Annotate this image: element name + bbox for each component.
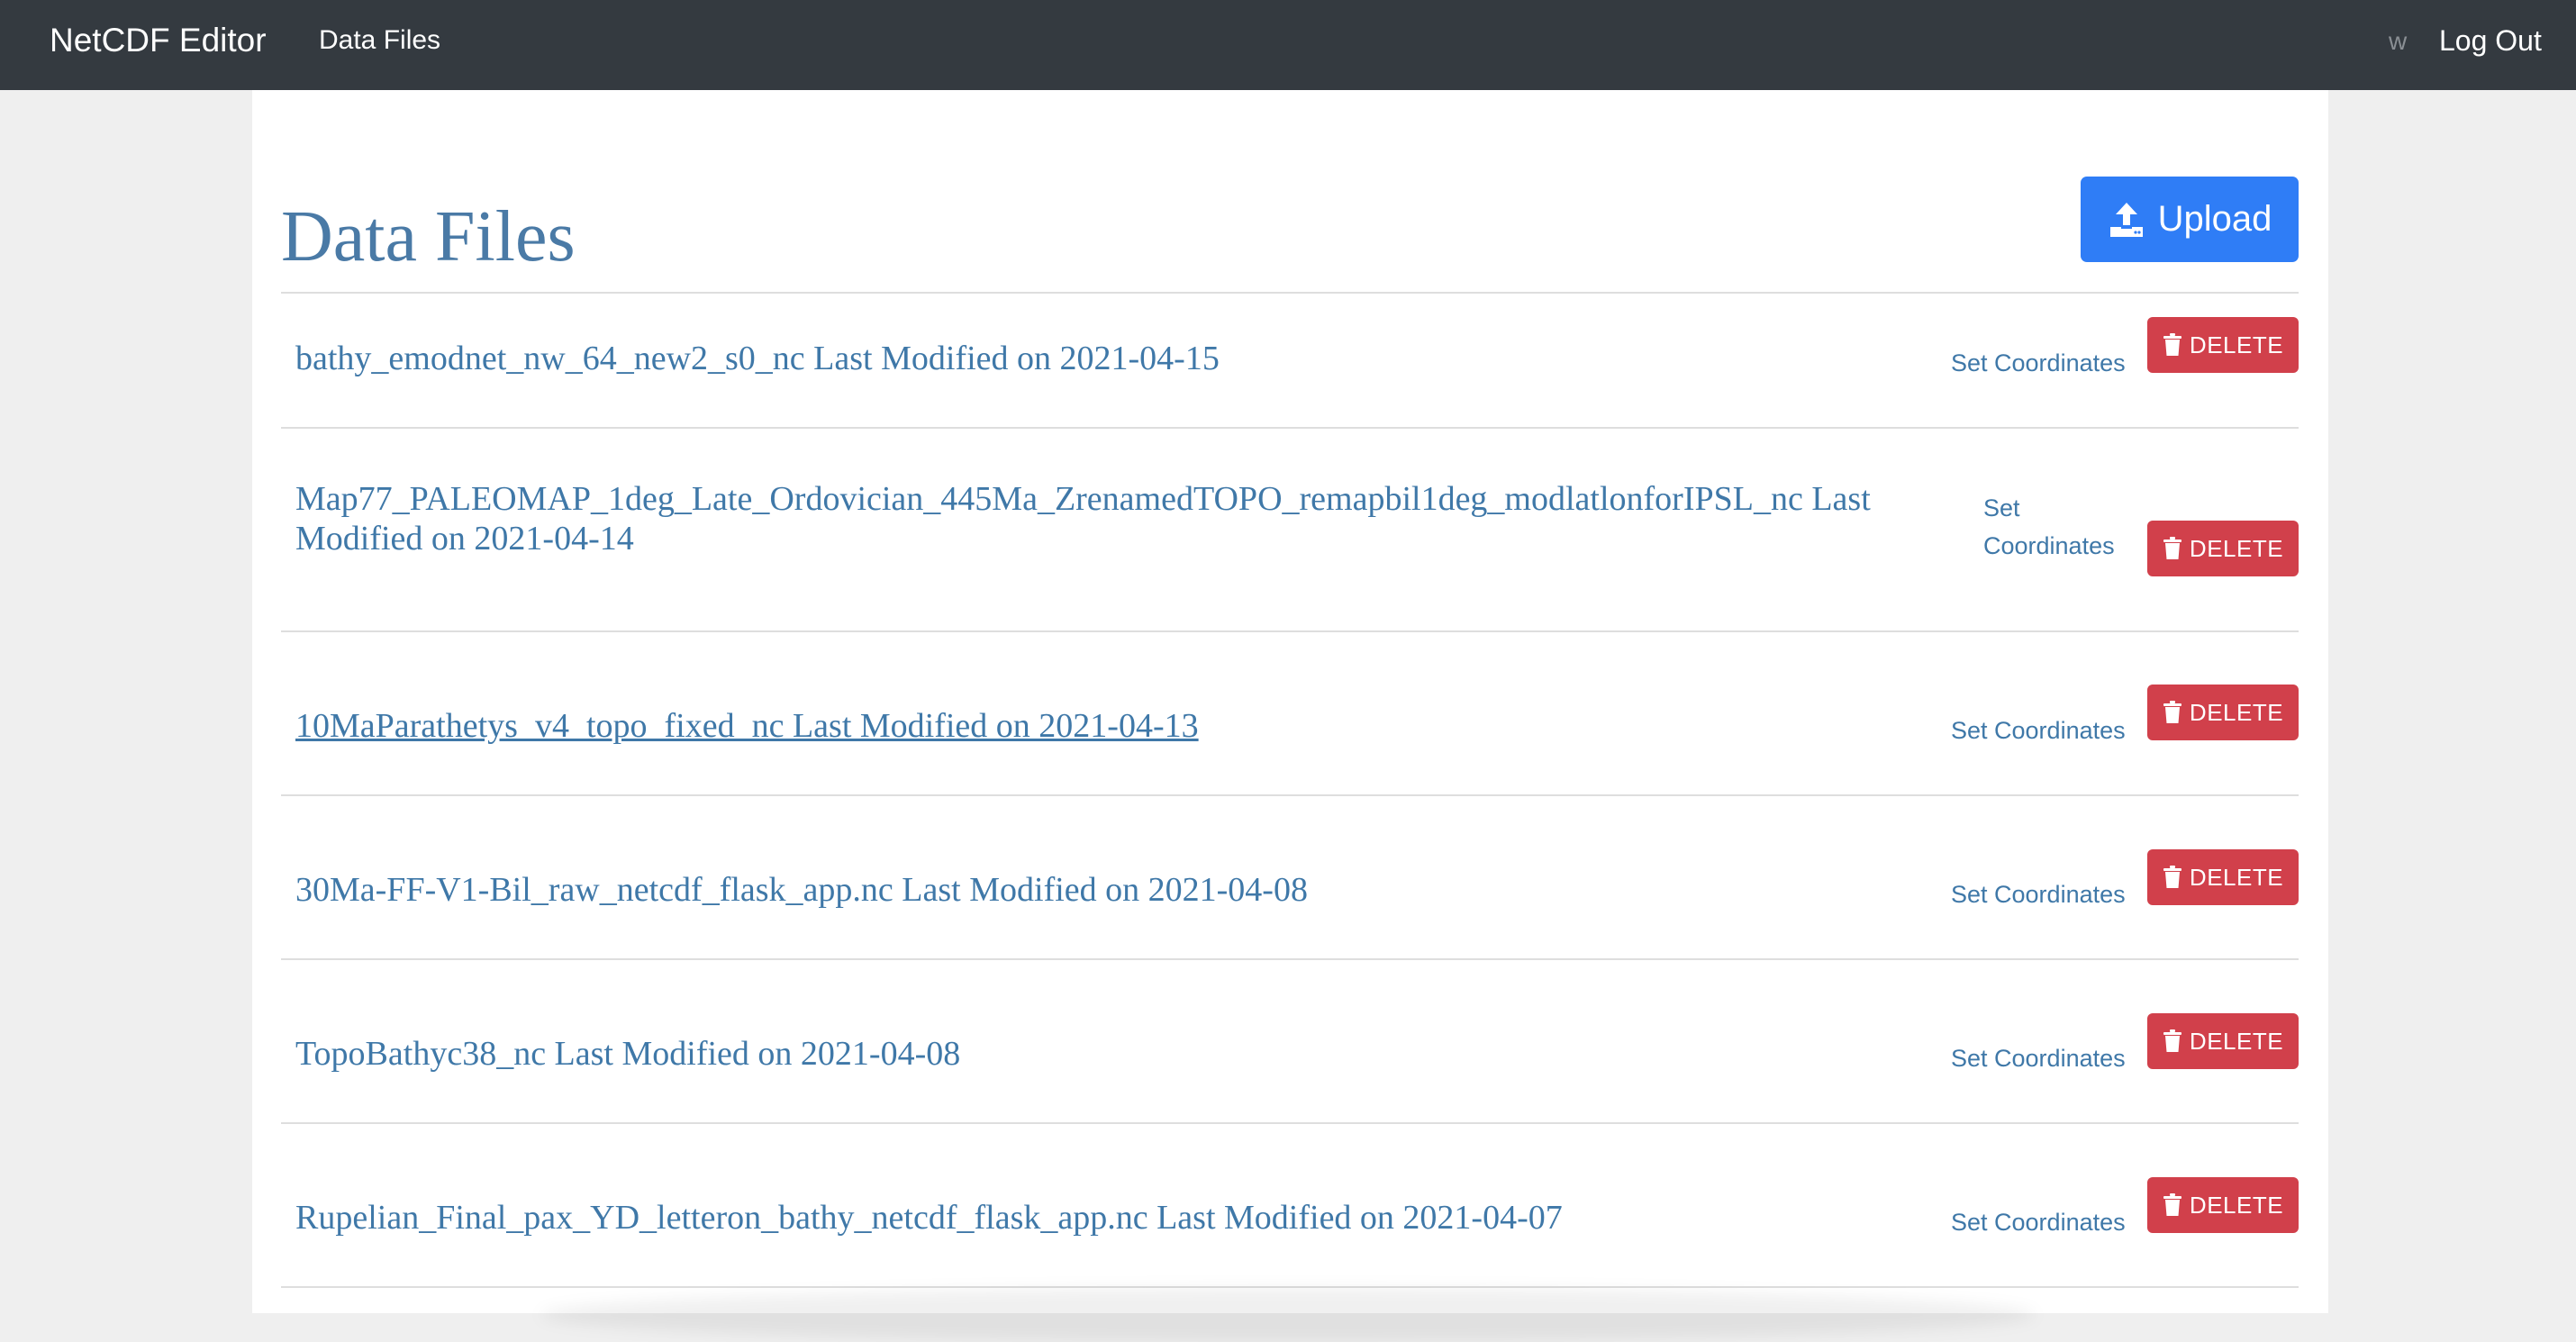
- file-link-line1: Map77_PALEOMAP_1deg_Late_Ordovician_445M…: [295, 480, 1871, 518]
- delete-label: DELETE: [2189, 534, 2284, 562]
- file-link-line2: Modified on 2021-04-14: [295, 520, 634, 558]
- file-link[interactable]: 30Ma-FF-V1-Bil_raw_netcdf_flask_app.nc L…: [295, 870, 1308, 910]
- set-coordinates-link[interactable]: Set Coordinates: [1951, 712, 2126, 749]
- set-coordinates-link[interactable]: Set Coordinates: [1951, 875, 2126, 913]
- file-row: TopoBathyc38_nc Last Modified on 2021-04…: [281, 960, 2299, 1122]
- trash-icon: [2163, 1193, 2181, 1216]
- page-title: Data Files: [281, 197, 576, 277]
- set-coordinates-link[interactable]: Set Coordinates: [1951, 1203, 2126, 1241]
- nav-username: w: [2389, 27, 2408, 55]
- file-link[interactable]: Map77_PALEOMAP_1deg_Late_Ordovician_445M…: [295, 479, 1953, 558]
- file-row: 10MaParathetys_v4_topo_fixed_nc Last Mod…: [281, 632, 2299, 794]
- top-navbar: NetCDF Editor Data Files w Log Out: [0, 0, 2576, 90]
- file-link[interactable]: bathy_emodnet_nw_64_new2_s0_nc Last Modi…: [295, 339, 1220, 378]
- delete-label: DELETE: [2189, 863, 2284, 891]
- delete-button[interactable]: DELETE: [2147, 1013, 2299, 1069]
- delete-label: DELETE: [2189, 1191, 2284, 1219]
- delete-button[interactable]: DELETE: [2147, 317, 2299, 373]
- main-container: Data Files Upload bathy_emodnet_nw_64_ne…: [252, 90, 2328, 1313]
- delete-button[interactable]: DELETE: [2147, 521, 2299, 576]
- nav-link-data-files[interactable]: Data Files: [319, 0, 440, 90]
- logout-link[interactable]: Log Out: [2439, 0, 2542, 90]
- delete-button[interactable]: DELETE: [2147, 849, 2299, 905]
- set-coordinates-link[interactable]: Set Coordinates: [1983, 489, 2115, 565]
- file-row: 30Ma-FF-V1-Bil_raw_netcdf_flask_app.nc L…: [281, 796, 2299, 958]
- file-link[interactable]: TopoBathyc38_nc Last Modified on 2021-04…: [295, 1034, 960, 1074]
- delete-button[interactable]: DELETE: [2147, 1177, 2299, 1233]
- file-row: Rupelian_Final_pax_YD_letteron_bathy_net…: [281, 1124, 2299, 1286]
- trash-icon: [2163, 701, 2181, 723]
- set-coordinates-link[interactable]: Set Coordinates: [1951, 1039, 2126, 1077]
- trash-icon: [2163, 333, 2181, 356]
- upload-label: Upload: [2157, 199, 2272, 239]
- delete-button[interactable]: DELETE: [2147, 685, 2299, 740]
- file-link[interactable]: 10MaParathetys_v4_topo_fixed_nc Last Mod…: [295, 706, 1199, 746]
- delete-label: DELETE: [2189, 1027, 2284, 1055]
- set-label: Set: [1983, 494, 2020, 521]
- file-row: bathy_emodnet_nw_64_new2_s0_nc Last Modi…: [281, 294, 2299, 427]
- trash-icon: [2163, 537, 2181, 559]
- brand-logo[interactable]: NetCDF Editor: [50, 0, 267, 90]
- delete-label: DELETE: [2189, 698, 2284, 726]
- file-link[interactable]: Rupelian_Final_pax_YD_letteron_bathy_net…: [295, 1198, 1563, 1238]
- file-row: Map77_PALEOMAP_1deg_Late_Ordovician_445M…: [281, 429, 2299, 630]
- trash-icon: [2163, 866, 2181, 888]
- trash-icon: [2163, 1029, 2181, 1052]
- set-coordinates-link[interactable]: Set Coordinates: [1951, 344, 2126, 382]
- upload-button[interactable]: Upload: [2081, 177, 2299, 262]
- upload-icon: [2109, 202, 2143, 237]
- delete-label: DELETE: [2189, 331, 2284, 358]
- coordinates-label: Coordinates: [1983, 532, 2115, 559]
- popup-shadow: [540, 1288, 2036, 1342]
